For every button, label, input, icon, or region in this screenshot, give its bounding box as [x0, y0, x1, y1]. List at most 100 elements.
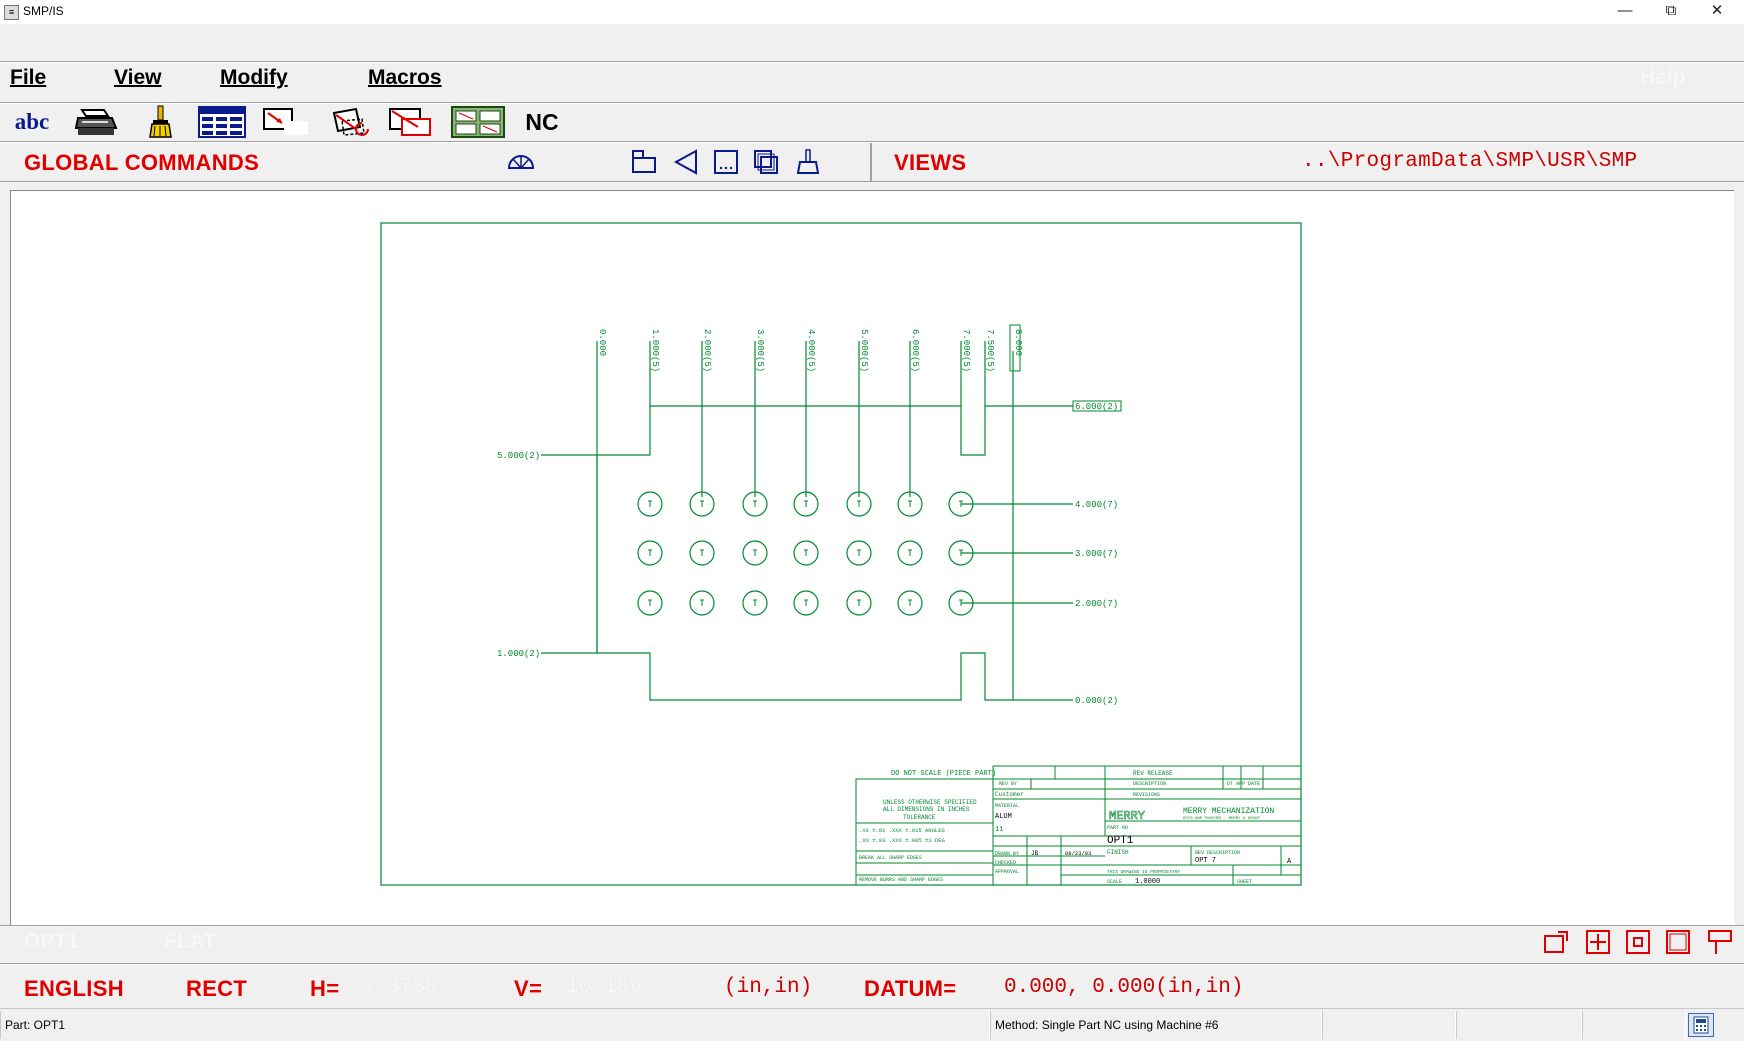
h-dimension-label: 2.000(5)	[702, 329, 712, 372]
table-button[interactable]	[196, 104, 248, 140]
zoom-center-button[interactable]	[1624, 928, 1652, 956]
abc-icon: abc	[14, 109, 50, 134]
table-icon	[198, 106, 246, 138]
ellipsis-icon	[714, 150, 738, 174]
nc-label: NC	[525, 108, 559, 135]
title-block-break-edges: BREAK ALL SHARP EDGES	[859, 855, 922, 861]
zoom-extents-button[interactable]	[1542, 928, 1570, 956]
title-block-date: 08/23/03	[1065, 850, 1091, 857]
title-block-scale-label: SCALE	[1107, 879, 1122, 885]
datum-label[interactable]: DATUM=	[864, 976, 956, 1002]
title-block-merry: MERRY	[1109, 809, 1145, 823]
title-block-do-not-scale: DO NOT SCALE (PIECE PART)	[891, 770, 996, 778]
view-overlap-button[interactable]	[752, 148, 780, 176]
copy-view-button[interactable]	[386, 104, 434, 140]
hole-mark	[804, 500, 808, 507]
spell-check-button[interactable]: abc	[8, 104, 56, 140]
view-bar-part: OPT1	[24, 930, 79, 953]
menu-modify[interactable]: Modify	[220, 66, 288, 90]
zoom-previous-button[interactable]	[1706, 928, 1734, 956]
status-panel-4	[1456, 1011, 1582, 1039]
title-block-sheet: SHEET	[1237, 879, 1252, 885]
hole-mark	[804, 599, 808, 606]
brush-icon	[796, 149, 820, 174]
menu-view[interactable]: View	[114, 66, 161, 90]
view-origin-button[interactable]	[630, 148, 658, 176]
unit-pair: (in,in)	[724, 976, 813, 999]
datum-value: 0.000, 0.000(in,in)	[1004, 976, 1244, 999]
zoom-in-button[interactable]	[1584, 928, 1612, 956]
hole-mark	[753, 549, 757, 556]
view-bar-view: FLAT	[164, 930, 217, 953]
hole-mark	[700, 549, 704, 556]
views-path[interactable]: ..\ProgramData\SMP\USR\SMP	[1302, 150, 1637, 173]
print-button[interactable]	[72, 104, 120, 140]
h-dimension-label: 3.000(5)	[755, 329, 765, 372]
title-block-approval: APPROVAL	[995, 869, 1019, 875]
minimize-icon[interactable]: —	[1602, 0, 1648, 24]
move-view-button[interactable]	[262, 104, 310, 140]
hole-mark	[648, 500, 652, 507]
calculator-icon[interactable]	[1688, 1013, 1714, 1037]
title-block-remove-burrs: REMOVE BURRS AND SHARP EDGES	[859, 877, 943, 883]
menu-file[interactable]: File	[10, 66, 46, 90]
hole-mark	[857, 500, 861, 507]
menu-help[interactable]: Help	[1640, 66, 1686, 90]
orbit-button[interactable]	[506, 150, 536, 174]
h-dimension-label: 6.000(5)	[910, 329, 920, 372]
h-dimension-label: 4.000(5)	[806, 329, 816, 372]
title-block-ncr-description: REV DESCRIPTION	[1195, 850, 1240, 856]
nc-button[interactable]: NC	[516, 104, 568, 140]
view-clean-button[interactable]	[794, 148, 822, 176]
title-block-tol1: .XX ±.01 .XXX ±.015 ANGLES	[859, 827, 946, 834]
orbit-icon	[507, 155, 535, 169]
zoom-previous-icon	[1708, 930, 1732, 954]
restore-icon[interactable]: ⧉	[1648, 0, 1694, 24]
part-drawing: 0.000 1.000(5) 2.000(5) 3.000(5) 4.000(5) 5.0…	[380, 222, 1302, 886]
hole-mark	[908, 599, 912, 606]
zoom-window-button[interactable]	[1664, 928, 1692, 956]
title-block-unless: UNLESS OTHERWISE SPECIFIED	[883, 799, 977, 806]
v-dimension-label: 3.000(7)	[1075, 549, 1118, 559]
title-block-material-value: ALUM	[995, 813, 1012, 821]
title-block-all-dims: ALL DIMENSIONS IN INCHES	[883, 806, 970, 813]
hole-mark	[857, 549, 861, 556]
title-block-drawn-by: JB	[1031, 850, 1039, 857]
hole-mark	[648, 549, 652, 556]
window-title: SMP/IS	[23, 4, 64, 18]
h-label: H=	[310, 976, 340, 1001]
title-block-dt-app-date: DT APP DATE	[1227, 781, 1260, 787]
title-block-opt-label: OPT 7	[1195, 857, 1216, 865]
coord-mode-label[interactable]: RECT	[186, 976, 247, 1002]
view-more-button[interactable]	[712, 148, 740, 176]
layout-button[interactable]	[450, 104, 506, 140]
menu-macros[interactable]: Macros	[368, 66, 442, 90]
hole-mark	[908, 500, 912, 507]
zoom-center-icon	[1626, 930, 1650, 954]
title-block-rev-release: REV RELEASE	[1133, 770, 1173, 777]
units-label[interactable]: ENGLISH	[24, 976, 124, 1002]
zoom-extents-icon	[1544, 931, 1568, 953]
v-dimension-label: 1.000(2)	[497, 649, 540, 659]
overlap-icon	[754, 150, 778, 174]
drawing-canvas[interactable]: 0.000 1.000(5) 2.000(5) 3.000(5) 4.000(5) 5.0…	[10, 190, 1735, 925]
zoom-window-icon	[1666, 930, 1690, 954]
h-dimension-label: 7.000(5)	[961, 329, 971, 372]
title-block-rev-by: REV BY	[999, 781, 1017, 787]
hole-mark	[908, 549, 912, 556]
v-dimension-label: 2.000(7)	[1075, 599, 1118, 609]
view-side-button[interactable]	[672, 148, 700, 176]
close-icon[interactable]: ✕	[1694, 0, 1740, 24]
clean-button[interactable]	[140, 104, 180, 140]
v-dimension-label: 5.000(2)	[497, 451, 540, 461]
hole-mark	[700, 500, 704, 507]
title-block-part-no-label: PART NO	[1107, 825, 1128, 831]
menu-bar: File View Modify Macros Help	[0, 62, 1744, 102]
rotate-view-button[interactable]	[328, 104, 376, 140]
broom-icon	[149, 105, 172, 138]
title-block-checked: CHECKED	[995, 860, 1016, 866]
title-block-revisions: REVISIONS	[1133, 792, 1160, 798]
copy-view-icon	[389, 108, 431, 136]
view-side-icon	[673, 149, 697, 175]
title-block-material-extra: 11	[995, 826, 1003, 834]
